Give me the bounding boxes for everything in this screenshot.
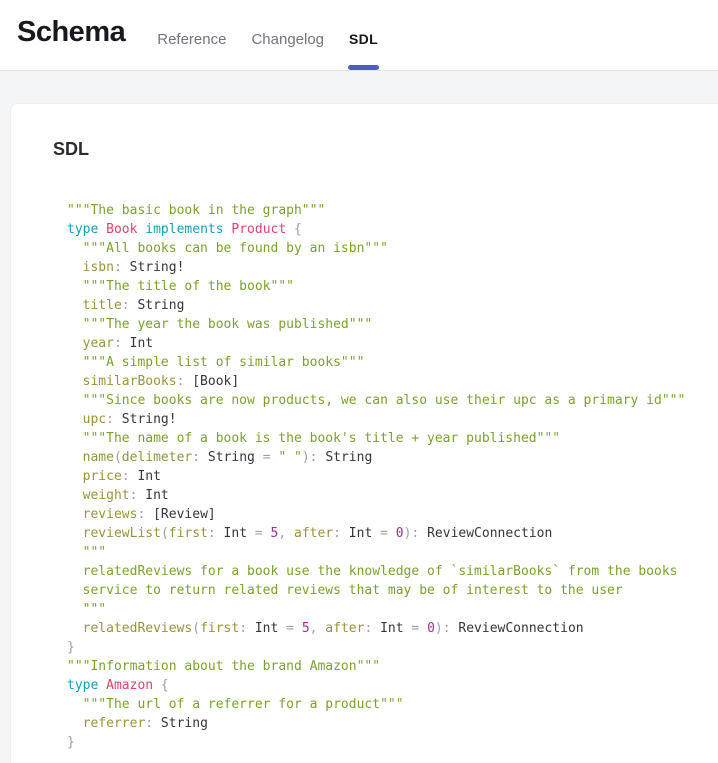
code-line: } [67, 733, 718, 752]
code-line: price: Int [67, 467, 718, 486]
code-line: """The basic book in the graph""" [67, 201, 718, 220]
content-area: SDL """The basic book in the graph"""typ… [0, 103, 718, 763]
code-line: relatedReviews(first: Int = 5, after: In… [67, 619, 718, 638]
code-line: """Information about the brand Amazon""" [67, 657, 718, 676]
code-line: year: Int [67, 334, 718, 353]
code-line: """The year the book was published""" [67, 315, 718, 334]
code-line: """The title of the book""" [67, 277, 718, 296]
tab-sdl[interactable]: SDL [348, 0, 379, 70]
code-line: relatedReviews for a book use the knowle… [67, 562, 718, 581]
code-line: upc: String! [67, 410, 718, 429]
sdl-card-heading: SDL [53, 139, 718, 160]
page-title: Schema [17, 16, 125, 49]
code-line: type Amazon { [67, 676, 718, 695]
code-line: isbn: String! [67, 258, 718, 277]
code-line: } [67, 638, 718, 657]
tab-changelog[interactable]: Changelog [250, 0, 325, 70]
code-line: """The url of a referrer for a product""… [67, 695, 718, 714]
tab-bar: Reference Changelog SDL [156, 0, 379, 70]
code-line: """Since books are now products, we can … [67, 391, 718, 410]
code-line: weight: Int [67, 486, 718, 505]
sdl-card: SDL """The basic book in the graph"""typ… [10, 103, 718, 763]
code-line: """A simple list of similar books""" [67, 353, 718, 372]
code-line: service to return related reviews that m… [67, 581, 718, 600]
code-line: type Book implements Product { [67, 220, 718, 239]
code-line: reviews: [Review] [67, 505, 718, 524]
code-line: similarBooks: [Book] [67, 372, 718, 391]
code-line: """ [67, 543, 718, 562]
code-block: """The basic book in the graph"""type Bo… [67, 201, 718, 752]
page-header: Schema Reference Changelog SDL [0, 0, 718, 71]
code-line: """ [67, 600, 718, 619]
tab-reference[interactable]: Reference [156, 0, 227, 70]
code-line: referrer: String [67, 714, 718, 733]
code-line: """All books can be found by an isbn""" [67, 239, 718, 258]
code-line: """The name of a book is the book's titl… [67, 429, 718, 448]
code-line: reviewList(first: Int = 5, after: Int = … [67, 524, 718, 543]
code-line: name(delimeter: String = " "): String [67, 448, 718, 467]
code-line: title: String [67, 296, 718, 315]
